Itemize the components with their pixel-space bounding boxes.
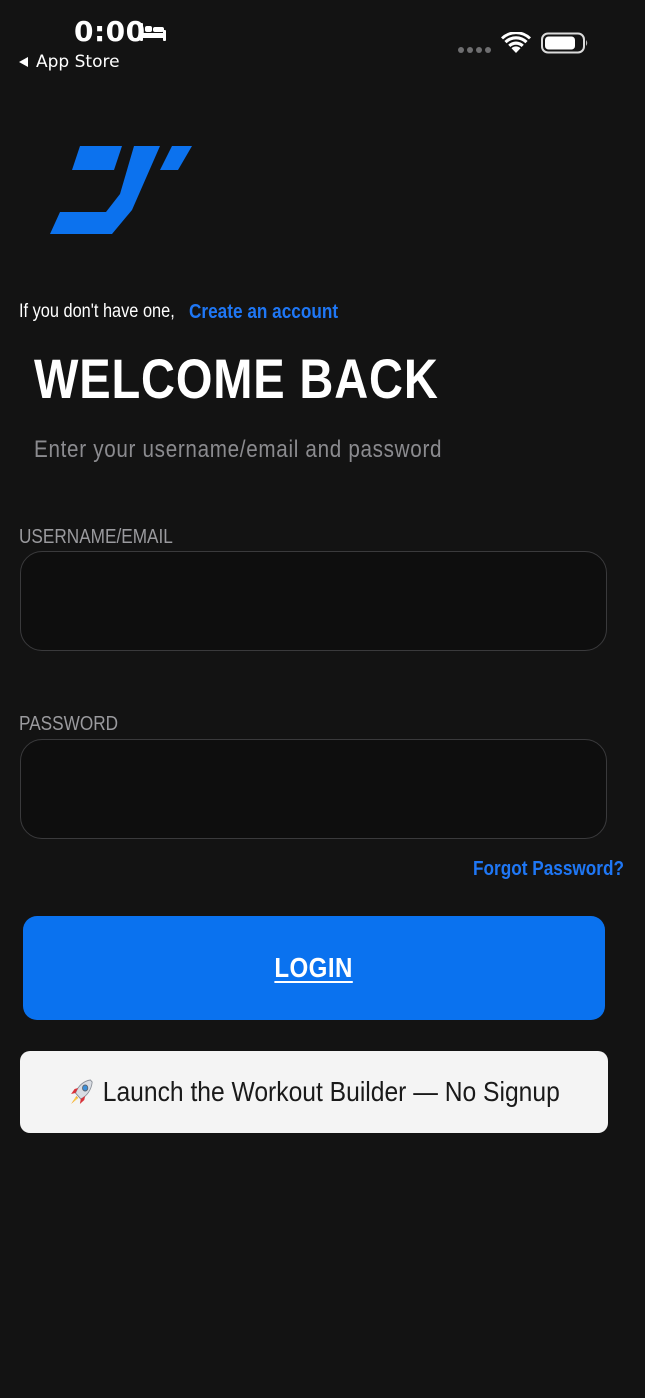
username-label: USERNAME/EMAIL xyxy=(19,526,173,548)
brand-logo-icon xyxy=(50,146,192,234)
rocket-icon xyxy=(71,1079,93,1104)
create-account-link[interactable]: Create an account xyxy=(189,298,338,326)
page-title: WELCOME BACK xyxy=(34,347,439,410)
launch-workout-builder-button[interactable]: Launch the Workout Builder — No Signup xyxy=(20,1051,608,1133)
username-email-input[interactable] xyxy=(20,551,607,651)
signal-dots-icon xyxy=(458,47,491,53)
forgot-password-link[interactable]: Forgot Password? xyxy=(473,855,624,883)
wifi-icon xyxy=(501,32,531,53)
bed-icon xyxy=(140,23,166,41)
back-label: App Store xyxy=(36,52,120,72)
back-to-app-store[interactable]: App Store xyxy=(18,52,120,72)
battery-icon xyxy=(541,32,588,54)
account-hint: If you don't have one, xyxy=(19,301,175,322)
login-button-label: LOGIN xyxy=(274,952,354,983)
password-label: PASSWORD xyxy=(19,713,119,735)
back-triangle-icon xyxy=(19,57,28,67)
login-button[interactable]: LOGIN xyxy=(23,916,605,1020)
status-time: 0:00 xyxy=(74,15,146,48)
launch-workout-builder-label: Launch the Workout Builder — No Signup xyxy=(103,1076,561,1107)
page-subtitle: Enter your username/email and password xyxy=(34,436,443,463)
password-input[interactable] xyxy=(20,739,607,839)
